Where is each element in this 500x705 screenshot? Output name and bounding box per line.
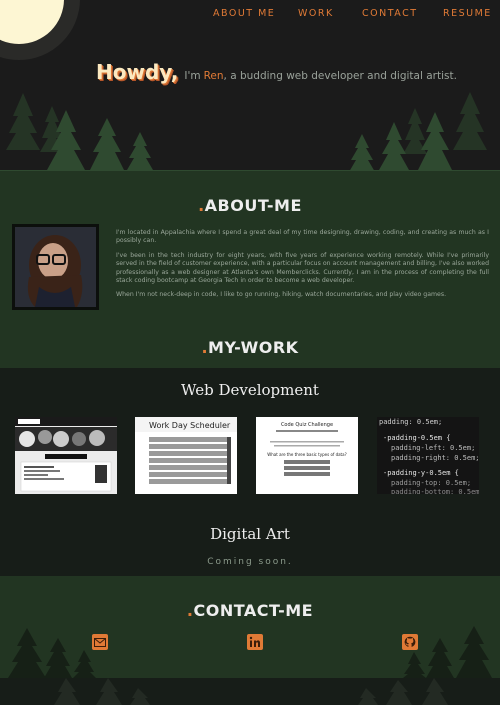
contact-section: [0, 576, 500, 678]
svg-text:-padding-0.5em {: -padding-0.5em {: [383, 434, 450, 442]
footer-strip: [0, 678, 500, 705]
svg-text:padding: 0.5em;: padding: 0.5em;: [379, 418, 442, 426]
hero-name: Ren: [203, 70, 224, 82]
project-thumb-bingeworthy[interactable]: [15, 417, 117, 494]
about-paragraph: When I'm not neck-deep in code, I like t…: [116, 291, 447, 299]
project-thumb-scheduler[interactable]: Work Day Scheduler: [135, 417, 237, 494]
contact-heading: .CONTACT-ME: [0, 601, 500, 620]
github-icon[interactable]: [402, 634, 418, 650]
nav-contact[interactable]: CONTACT: [362, 8, 418, 19]
project-thumb-code-quiz[interactable]: Code Quiz Challenge What are the three b…: [256, 417, 358, 494]
about-title-text: ABOUT-ME: [204, 196, 302, 215]
about-paragraph: I've been in the tech industry for eight…: [116, 251, 489, 285]
svg-text:padding-bottom: 0.5em;: padding-bottom: 0.5em;: [391, 488, 479, 494]
intro-prefix: I'm: [184, 70, 201, 82]
digital-art-heading: Digital Art: [210, 525, 290, 543]
nav-work[interactable]: WORK: [298, 8, 334, 19]
hero-tagline: Howdy, I'm Ren , a budding web developer…: [96, 60, 457, 84]
about-heading: .ABOUT-ME: [0, 196, 500, 215]
linkedin-icon[interactable]: [247, 634, 263, 650]
contact-forest: [8, 626, 492, 678]
svg-text:-padding-y-0.5em {: -padding-y-0.5em {: [383, 469, 459, 477]
forest-silhouette: [0, 92, 500, 171]
work-heading: .MY-WORK: [0, 338, 500, 357]
work-title-text: MY-WORK: [208, 338, 299, 357]
nav-about-me[interactable]: ABOUT ME: [213, 8, 275, 19]
contact-title-text: CONTACT-ME: [193, 601, 314, 620]
hero-section: ABOUT ME WORK CONTACT RESUME Howdy, I'm …: [0, 0, 500, 171]
svg-text:padding-right: 0.5em;: padding-right: 0.5em;: [391, 454, 479, 462]
title-dot: .: [198, 196, 205, 215]
svg-text:padding-top: 0.5em;: padding-top: 0.5em;: [391, 479, 471, 487]
svg-text:padding-left: 0.5em;: padding-left: 0.5em;: [391, 444, 475, 452]
project-thumb-code-snippet[interactable]: padding: 0.5em; -padding-0.5em { padding…: [377, 417, 479, 494]
quiz-title: Code Quiz Challenge: [281, 422, 333, 428]
about-text: I'm located in Appalachia where I spend …: [116, 229, 489, 306]
nav-resume[interactable]: RESUME: [443, 8, 492, 19]
intro-suffix: , a budding web developer and digital ar…: [223, 70, 457, 82]
about-paragraph: I'm located in Appalachia where I spend …: [116, 229, 489, 245]
profile-photo: [12, 224, 99, 310]
scheduler-title: Work Day Scheduler: [149, 421, 231, 430]
web-dev-heading: Web Development: [181, 381, 319, 399]
howdy-heading: Howdy,: [96, 60, 179, 84]
quiz-question: What are the three basic types of data?: [267, 452, 346, 457]
email-icon[interactable]: [92, 634, 108, 650]
coming-soon-text: Coming soon.: [207, 557, 293, 567]
